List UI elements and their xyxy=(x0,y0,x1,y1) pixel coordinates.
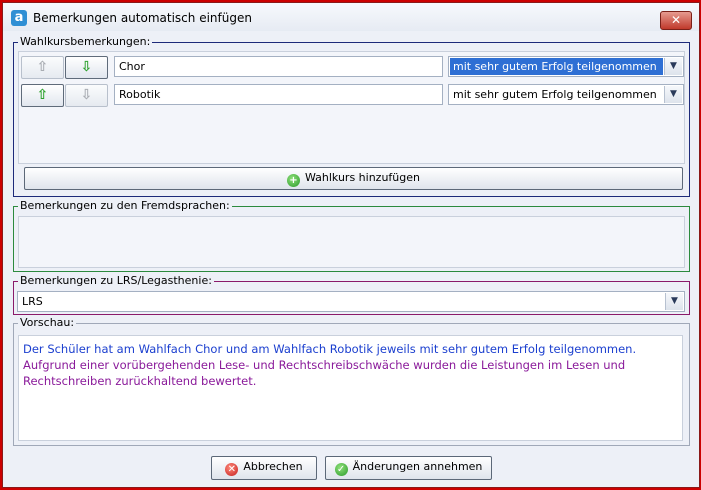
preview-lrs-text: Aufgrund einer vorübergehenden Lese- und… xyxy=(23,358,626,388)
fremdsprachen-group: Bemerkungen zu den Fremdsprachen: xyxy=(13,199,690,272)
lrs-group-label: Bemerkungen zu LRS/Legasthenie: xyxy=(18,274,214,287)
arrow-down-icon: ⇩ xyxy=(80,59,93,75)
vorschau-group-label: Vorschau: xyxy=(18,316,77,329)
title-bar[interactable]: a Bemerkungen automatisch einfügen ✕ xyxy=(3,3,699,31)
window-title: Bemerkungen automatisch einfügen xyxy=(33,11,252,25)
accept-label: Änderungen annehmen xyxy=(352,460,483,473)
course-field[interactable]: Chor xyxy=(114,56,443,77)
accept-button[interactable]: ✓ Änderungen annehmen xyxy=(325,456,492,480)
wahlkurs-list: ⇧ ⇩ Chor mit sehr gutem Erfolg teilgenom… xyxy=(18,51,685,164)
add-wahlkurs-button[interactable]: + Wahlkurs hinzufügen xyxy=(24,167,683,190)
wahlkurs-group-label: Wahlkursbemerkungen: xyxy=(18,35,153,48)
add-wahlkurs-label: Wahlkurs hinzufügen xyxy=(304,171,420,184)
result-select[interactable]: mit sehr gutem Erfolg teilgenommen ▼ xyxy=(448,84,684,105)
lrs-select[interactable]: LRS ▼ xyxy=(17,291,685,312)
arrow-up-icon: ⇧ xyxy=(36,59,49,75)
cancel-button[interactable]: ✕ Abbrechen xyxy=(211,456,317,480)
move-up-button[interactable]: ⇧ xyxy=(21,84,64,107)
close-button[interactable]: ✕ xyxy=(660,11,692,30)
dialog-window: a Bemerkungen automatisch einfügen ✕ Wah… xyxy=(2,2,700,488)
check-icon: ✓ xyxy=(334,463,348,476)
lrs-select-value: LRS xyxy=(22,295,43,308)
result-select-value: mit sehr gutem Erfolg teilgenommen xyxy=(450,58,663,75)
lrs-group: Bemerkungen zu LRS/Legasthenie: LRS ▼ xyxy=(13,274,690,315)
plus-icon: + xyxy=(286,174,300,187)
app-icon: a xyxy=(11,10,27,26)
preview-text: Der Schüler hat am Wahlfach Chor und am … xyxy=(18,335,683,441)
move-down-button[interactable]: ⇩ xyxy=(65,56,108,79)
preview-wahlkurs-text: Der Schüler hat am Wahlfach Chor und am … xyxy=(23,342,637,356)
result-select-value: mit sehr gutem Erfolg teilgenommen xyxy=(453,88,657,101)
move-down-button[interactable]: ⇩ xyxy=(65,84,108,107)
chevron-down-icon[interactable]: ▼ xyxy=(664,86,682,103)
fremdsprachen-group-label: Bemerkungen zu den Fremdsprachen: xyxy=(18,199,232,212)
wahlkurs-group: Wahlkursbemerkungen: ⇧ ⇩ Chor mit sehr g… xyxy=(13,35,690,197)
fremdsprachen-list[interactable] xyxy=(18,216,685,268)
arrow-down-icon: ⇩ xyxy=(80,87,93,103)
result-select[interactable]: mit sehr gutem Erfolg teilgenommen ▼ xyxy=(448,56,684,77)
course-field[interactable]: Robotik xyxy=(114,84,443,105)
cross-icon: ✕ xyxy=(225,463,239,476)
move-up-button[interactable]: ⇧ xyxy=(21,56,64,79)
chevron-down-icon[interactable]: ▼ xyxy=(665,293,683,310)
cancel-label: Abbrechen xyxy=(243,460,303,473)
chevron-down-icon[interactable]: ▼ xyxy=(664,58,682,75)
arrow-up-icon: ⇧ xyxy=(36,87,49,103)
vorschau-group: Vorschau: Der Schüler hat am Wahlfach Ch… xyxy=(13,316,690,446)
